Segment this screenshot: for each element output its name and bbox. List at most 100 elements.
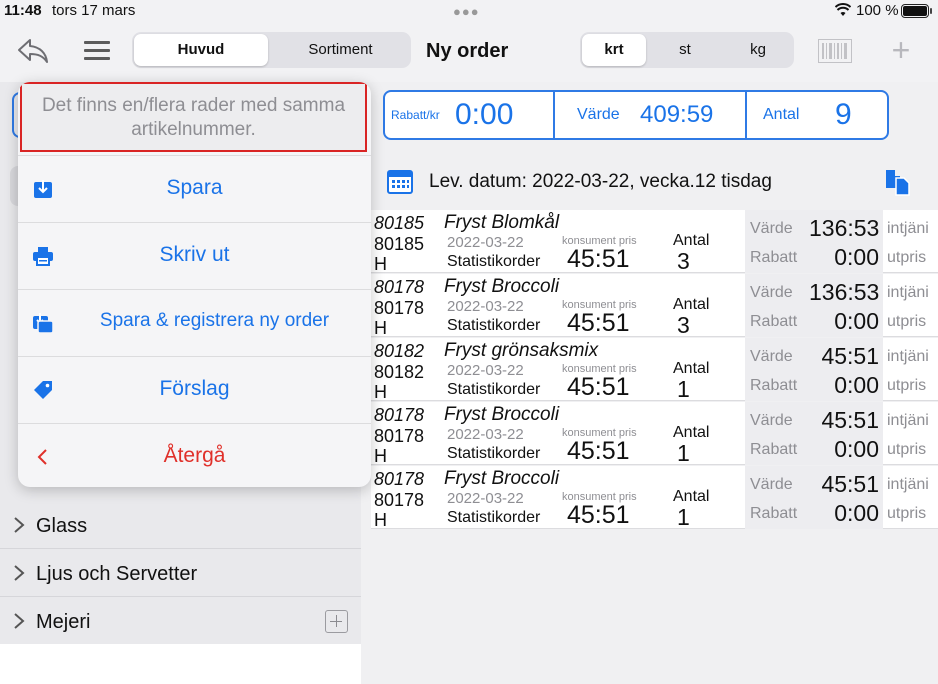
- product-name: Fryst Broccoli: [444, 276, 560, 297]
- order-type: Statistikorder: [447, 253, 541, 270]
- unit-segment-control: krt st kg: [580, 32, 794, 68]
- add-box-icon[interactable]: [325, 610, 348, 633]
- discount-amount: 0:00: [834, 244, 879, 270]
- order-row[interactable]: 80178 80178 H Fryst Broccoli 2022-03-22 Stati…: [371, 274, 938, 338]
- order-unit: H: [374, 318, 387, 338]
- menu-item-spara-registrera[interactable]: Spara & registrera ny order: [18, 289, 371, 356]
- back-arrow-icon[interactable]: [16, 36, 50, 66]
- menu-item-label: Förslag: [159, 377, 230, 400]
- summary-rabatt-label: Rabatt/kr: [391, 108, 440, 122]
- order-number-italic: 80182: [374, 341, 425, 361]
- order-row[interactable]: 80178 80178 H Fryst Broccoli 2022-03-22 Stati…: [371, 402, 938, 466]
- wifi-icon: [835, 3, 851, 16]
- delivery-date-row[interactable]: Lev. datum: 2022-03-22, vecka.12 tisdag: [385, 168, 915, 198]
- discount-amount: 0:00: [834, 436, 879, 462]
- status-date: tors 17 mars: [52, 2, 136, 19]
- order-unit: H: [374, 510, 387, 530]
- menu-item-forslag[interactable]: Förslag: [18, 356, 371, 423]
- discount-label: Rabatt: [750, 249, 798, 266]
- consumer-price-value: 45:51: [567, 245, 630, 273]
- summary-varde: Värde 409:59: [555, 92, 745, 138]
- copy-icon[interactable]: [884, 168, 912, 196]
- order-number-italic: 80178: [374, 405, 425, 425]
- menu-item-atergaa[interactable]: Återgå: [18, 423, 371, 487]
- action-popup-menu: Det finns en/flera rader med samma artik…: [18, 82, 371, 487]
- order-number: 80182: [374, 362, 425, 382]
- menu-item-skriv-ut[interactable]: Skriv ut: [18, 222, 371, 289]
- delivery-date-text: Lev. datum: 2022-03-22, vecka.12 tisdag: [429, 171, 772, 192]
- order-number-italic: 80178: [374, 469, 425, 489]
- battery-tip: [930, 8, 932, 14]
- order-number-italic: 80178: [374, 277, 425, 297]
- battery-percent: 100 %: [856, 2, 899, 19]
- value-label: Värde: [750, 284, 793, 301]
- product-name: Fryst Broccoli: [444, 404, 560, 425]
- menu-item-label: Spara: [166, 176, 223, 199]
- discount-label: Rabatt: [750, 441, 798, 458]
- add-icon[interactable]: +: [887, 34, 915, 66]
- menu-item-spara[interactable]: Spara: [18, 155, 371, 222]
- order-row[interactable]: 80178 80178 H Fryst Broccoli 2022-03-22 Stati…: [371, 466, 938, 530]
- multitask-dots-icon[interactable]: ●●●: [453, 4, 480, 19]
- margin-label: intjäni: [887, 220, 929, 237]
- sidebar-item-ljus-och-servetter[interactable]: Ljus och Servetter: [0, 550, 361, 597]
- value-label: Värde: [750, 412, 793, 429]
- discount-label: Rabatt: [750, 377, 798, 394]
- unit-kg[interactable]: kg: [724, 34, 792, 66]
- order-type: Statistikorder: [447, 317, 541, 334]
- sidebar-item-label: Ljus och Servetter: [36, 563, 198, 585]
- sidebar-item-mejeri[interactable]: Mejeri: [0, 598, 361, 645]
- discount-label: Rabatt: [750, 313, 798, 330]
- order-date: 2022-03-22: [447, 298, 524, 315]
- duplicate-warning-message: Det finns en/flera rader med samma artik…: [20, 82, 367, 152]
- menu-item-label: Spara & registrera ny order: [99, 310, 330, 331]
- barcode-icon[interactable]: [818, 39, 852, 63]
- order-list: 80185 80185 H Fryst Blomkål 2022-03-22 Statis…: [371, 210, 938, 530]
- sidebar-item-glass[interactable]: Glass: [0, 502, 361, 549]
- tab-sortiment[interactable]: Sortiment: [272, 34, 409, 66]
- chevron-right-icon: [14, 517, 25, 533]
- unit-st[interactable]: st: [650, 34, 720, 66]
- main-segment-control: Huvud Sortiment: [132, 32, 411, 68]
- quantity-value: 1: [677, 440, 690, 466]
- order-main: Rabatt/kr 0:00 Värde 409:59 Antal 9 Lev.…: [361, 82, 938, 684]
- discount-amount: 0:00: [834, 500, 879, 526]
- order-number-italic: 80185: [374, 213, 425, 233]
- menu-item-label: Skriv ut: [159, 243, 230, 266]
- summary-varde-value: 409:59: [640, 101, 714, 128]
- product-name: Fryst Blomkål: [444, 212, 560, 233]
- tab-huvud[interactable]: Huvud: [134, 34, 268, 66]
- sidebar-item-label: Mejeri: [36, 611, 91, 633]
- hamburger-menu-icon[interactable]: [84, 41, 110, 61]
- summary-antal-label: Antal: [763, 106, 800, 123]
- quantity-value: 3: [677, 248, 690, 274]
- consumer-price-value: 45:51: [567, 309, 630, 337]
- retail-price-label: utpris: [887, 313, 927, 330]
- status-time: 11:48: [4, 2, 42, 19]
- margin-label: intjäni: [887, 284, 929, 301]
- order-unit: H: [374, 382, 387, 402]
- order-number: 80178: [374, 490, 425, 510]
- order-row[interactable]: 80182 80182 H Fryst grönsaksmix 2022-03-22 St…: [371, 338, 938, 402]
- quantity-value: 1: [677, 504, 690, 530]
- value-label: Värde: [750, 348, 793, 365]
- order-number: 80178: [374, 426, 425, 446]
- page-title: Ny order: [426, 40, 509, 62]
- order-type: Statistikorder: [447, 445, 541, 462]
- order-row[interactable]: 80185 80185 H Fryst Blomkål 2022-03-22 Statis…: [371, 210, 938, 274]
- calendar-icon: [387, 170, 413, 194]
- chevron-right-icon: [14, 613, 25, 629]
- discount-amount: 0:00: [834, 372, 879, 398]
- margin-label: intjäni: [887, 348, 929, 365]
- sidebar-item-label: Glass: [36, 515, 88, 537]
- quantity-value: 3: [677, 312, 690, 338]
- unit-krt[interactable]: krt: [582, 34, 646, 66]
- quantity-value: 1: [677, 376, 690, 402]
- order-date: 2022-03-22: [447, 426, 524, 443]
- consumer-price-value: 45:51: [567, 437, 630, 465]
- order-number: 80178: [374, 298, 425, 318]
- retail-price-label: utpris: [887, 441, 927, 458]
- order-unit: H: [374, 254, 387, 274]
- summary-rabatt[interactable]: Rabatt/kr 0:00: [385, 92, 553, 138]
- retail-price-label: utpris: [887, 249, 927, 266]
